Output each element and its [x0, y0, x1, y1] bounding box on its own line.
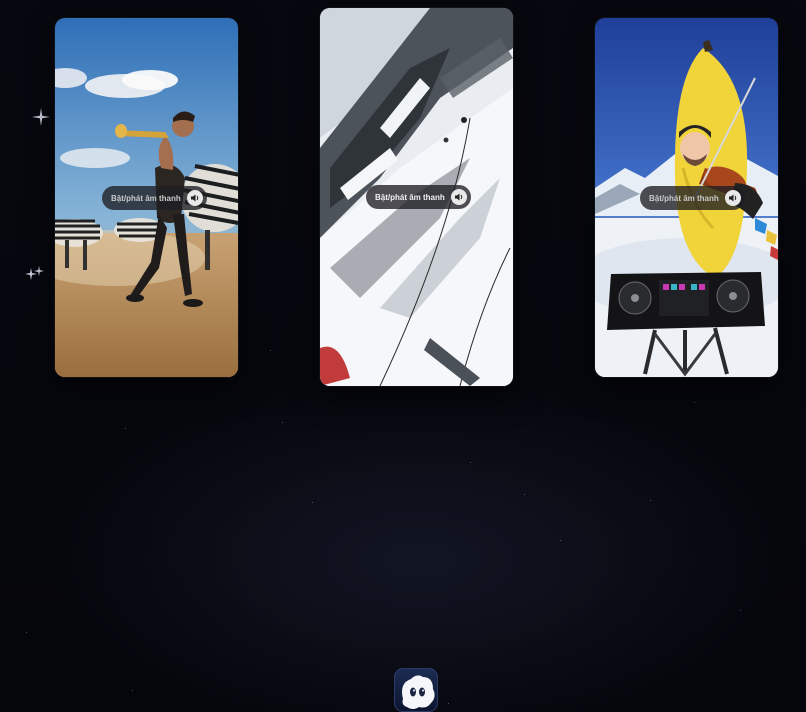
- star-dot: [26, 632, 27, 633]
- reel-card-banana-violin[interactable]: Bật/phát âm thanh: [595, 18, 778, 377]
- star-dot: [560, 540, 561, 541]
- speaker-icon: [186, 190, 203, 206]
- star-dot: [740, 610, 741, 611]
- star-dot: [448, 703, 449, 704]
- mascot-button[interactable]: [394, 668, 438, 712]
- star-dot: [132, 690, 133, 691]
- star-dot: [270, 350, 271, 351]
- speaker-icon: [450, 189, 467, 205]
- speaker-icon: [724, 190, 741, 206]
- star-dot: [470, 462, 471, 463]
- sound-toggle-label: Bật/phát âm thanh: [375, 192, 445, 202]
- star-dot: [524, 494, 525, 495]
- sparkle-icon: [32, 108, 50, 126]
- sound-toggle-button[interactable]: Bật/phát âm thanh: [640, 186, 745, 210]
- sparkle-icon: [25, 266, 44, 280]
- star-dot: [125, 428, 126, 429]
- sound-toggle-button[interactable]: Bật/phát âm thanh: [366, 185, 471, 209]
- star-dot: [694, 402, 695, 403]
- sound-toggle-label: Bật/phát âm thanh: [649, 193, 719, 203]
- star-dot: [282, 422, 283, 423]
- reel-card-mountain-climb[interactable]: Bật/phát âm thanh: [320, 8, 513, 386]
- star-dot: [650, 500, 651, 501]
- reel-card-trumpet-zebra[interactable]: Bật/phát âm thanh: [55, 18, 238, 377]
- sound-toggle-button[interactable]: Bật/phát âm thanh: [102, 186, 207, 210]
- reels-stage: Bật/phát âm thanh Bật/phát âm thanh Bật/…: [0, 0, 806, 712]
- sound-toggle-label: Bật/phát âm thanh: [111, 193, 181, 203]
- star-dot: [312, 502, 313, 503]
- ghost-mascot-icon: [402, 675, 435, 709]
